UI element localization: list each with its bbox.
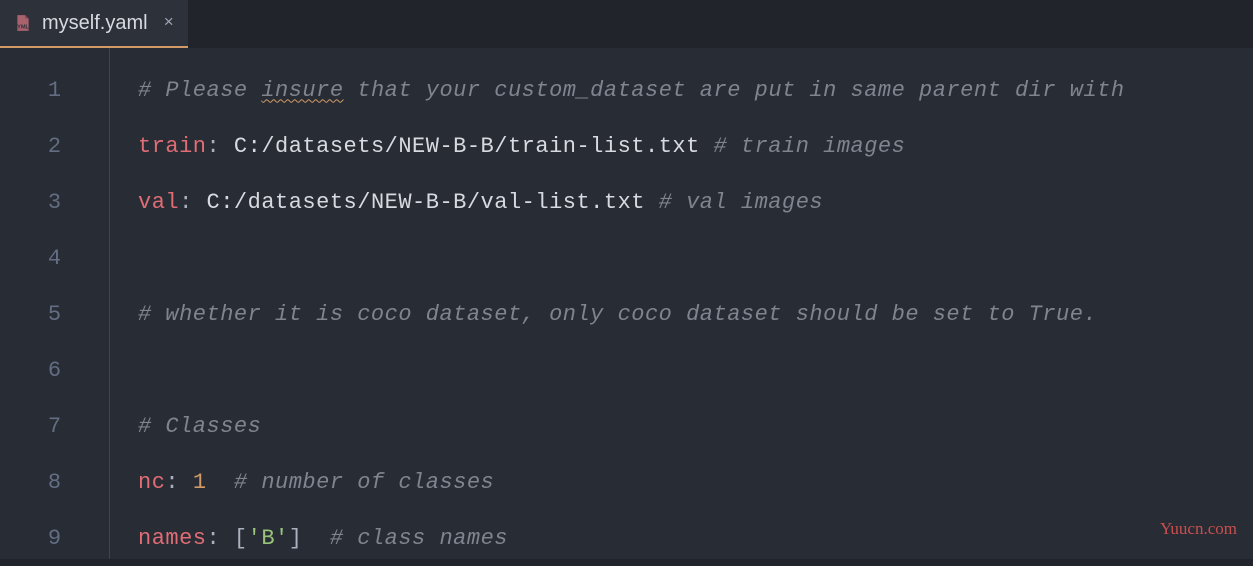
line-number[interactable]: 9: [0, 510, 109, 566]
yaml-string: 'B': [248, 526, 289, 551]
svg-text:YML: YML: [17, 25, 29, 31]
colon: :: [179, 190, 193, 215]
colon: :: [207, 526, 221, 551]
line-number[interactable]: 5: [0, 286, 109, 342]
code-line-8[interactable]: nc: 1 # number of classes: [138, 454, 1253, 510]
yaml-file-icon: YML: [14, 14, 32, 32]
comment: # Classes: [138, 414, 261, 439]
line-number[interactable]: 6: [0, 342, 109, 398]
watermark: Yuucn.com: [1160, 519, 1237, 539]
line-number[interactable]: 1: [0, 62, 109, 118]
colon: :: [165, 470, 179, 495]
comment: # val images: [645, 190, 823, 215]
code-line-1[interactable]: # Please insure that your custom_dataset…: [138, 62, 1253, 118]
bracket-close: ]: [289, 526, 303, 551]
gutter: 1 2 3 4 5 6 7 8 9: [0, 48, 110, 559]
comment: # whether it is coco dataset, only coco …: [138, 302, 1097, 327]
line-number[interactable]: 2: [0, 118, 109, 174]
code-line-7[interactable]: # Classes: [138, 398, 1253, 454]
yaml-number: 1: [193, 470, 207, 495]
code-content[interactable]: # Please insure that your custom_dataset…: [110, 48, 1253, 559]
yaml-key: names: [138, 526, 207, 551]
line-number[interactable]: 3: [0, 174, 109, 230]
code-line-3[interactable]: val: C:/datasets/NEW-B-B/val-list.txt # …: [138, 174, 1253, 230]
line-number[interactable]: 7: [0, 398, 109, 454]
tab-myself-yaml[interactable]: YML myself.yaml ×: [0, 0, 188, 48]
line-number[interactable]: 4: [0, 230, 109, 286]
comment: # number of classes: [207, 470, 495, 495]
bracket-open: [: [234, 526, 248, 551]
comment: # Please: [138, 78, 261, 103]
yaml-key: train: [138, 134, 207, 159]
yaml-key: nc: [138, 470, 165, 495]
code-line-4[interactable]: [138, 230, 1253, 286]
comment: # train images: [700, 134, 906, 159]
yaml-value: C:/datasets/NEW-B-B/train-list.txt: [234, 134, 700, 159]
code-line-9[interactable]: names: ['B'] # class names: [138, 510, 1253, 559]
comment-warning: insure: [261, 78, 343, 103]
code-line-6[interactable]: [138, 342, 1253, 398]
editor-area: 1 2 3 4 5 6 7 8 9 # Please insure that y…: [0, 48, 1253, 559]
close-icon[interactable]: ×: [164, 14, 174, 33]
colon: :: [207, 134, 221, 159]
tab-label: myself.yaml: [42, 12, 148, 35]
yaml-key: val: [138, 190, 179, 215]
comment: that your custom_dataset are put in same…: [344, 78, 1139, 103]
yaml-value: C:/datasets/NEW-B-B/val-list.txt: [207, 190, 645, 215]
comment: # class names: [302, 526, 508, 551]
code-line-5[interactable]: # whether it is coco dataset, only coco …: [138, 286, 1253, 342]
line-number[interactable]: 8: [0, 454, 109, 510]
tab-bar: YML myself.yaml ×: [0, 0, 1253, 48]
code-line-2[interactable]: train: C:/datasets/NEW-B-B/train-list.tx…: [138, 118, 1253, 174]
